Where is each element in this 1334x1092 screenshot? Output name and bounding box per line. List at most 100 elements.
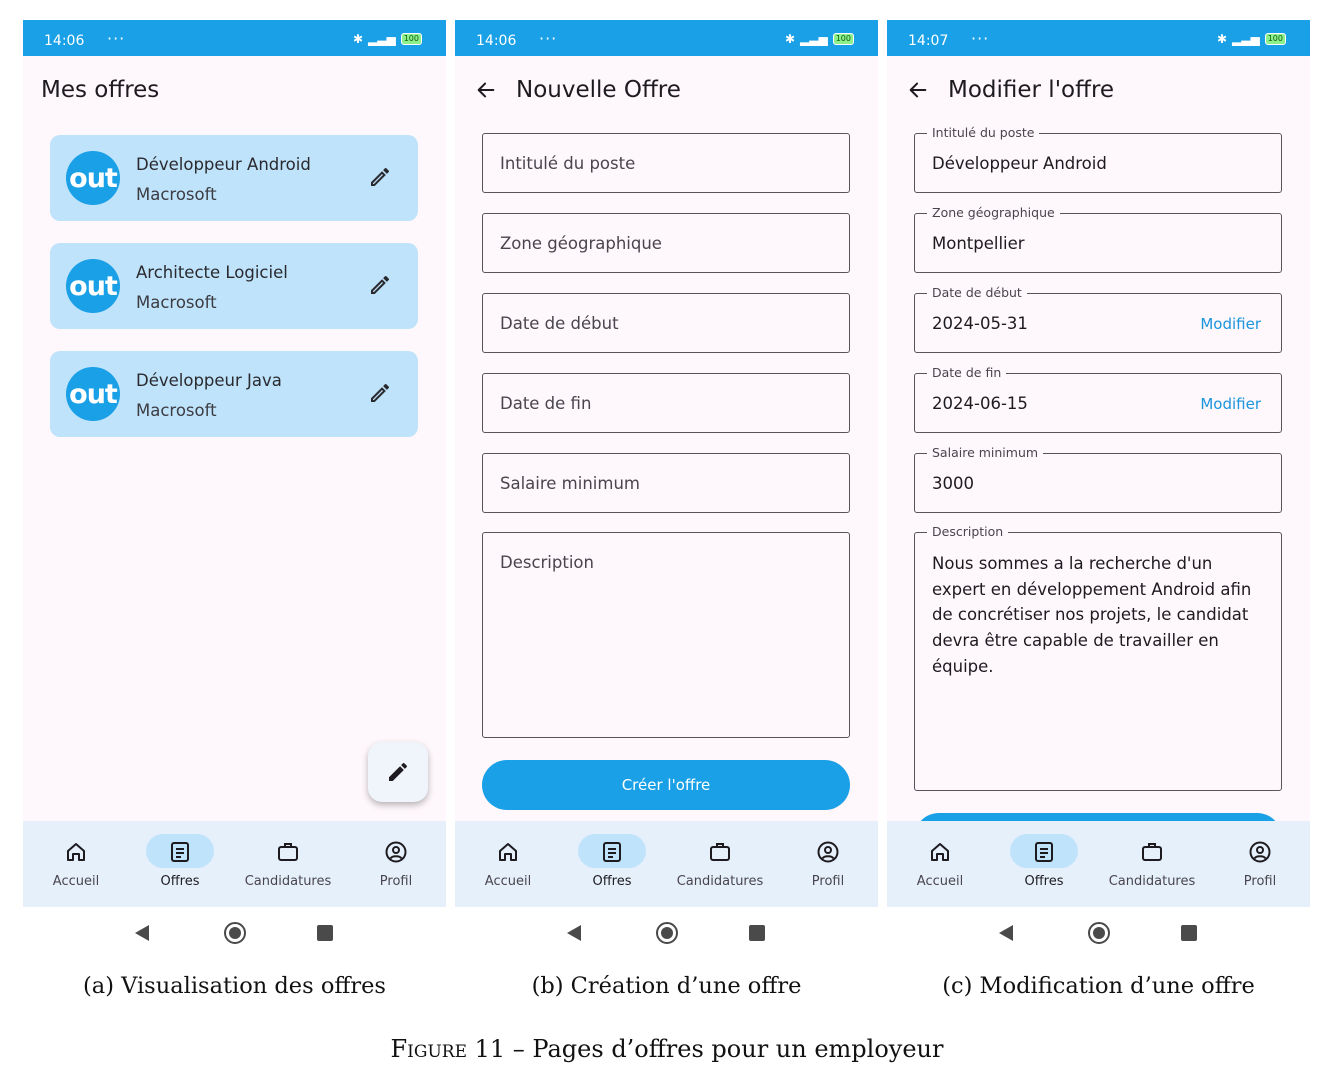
status-bar: 14:06 ··· ✱ ▂▃▅ 100 [455, 20, 878, 56]
start-date-field[interactable]: Date de début [482, 293, 850, 353]
nav-label: Profil [379, 874, 413, 889]
figure-label: Figure [390, 1035, 467, 1063]
back-triangle-icon[interactable] [134, 924, 150, 942]
bottom-navigation: Accueil Offres Candidatures Profil [23, 821, 446, 907]
back-arrow-icon[interactable] [907, 79, 929, 101]
offer-title: Développeur Android [136, 155, 311, 174]
page-title: Modifier l'offre [948, 77, 1115, 103]
status-more-icon: ··· [107, 29, 126, 48]
field-label: Zone géographique [927, 205, 1060, 221]
status-bar: 14:07 ··· ✱ ▂▃▅ 100 [887, 20, 1310, 56]
subfigure-caption-b: (b) Création d’une offre [531, 973, 802, 999]
status-icons: ✱ ▂▃▅ 100 [353, 32, 422, 46]
nav-label: Accueil [52, 874, 100, 889]
home-circle-icon[interactable] [655, 921, 679, 945]
screen-modifier-offre: 14:07 ··· ✱ ▂▃▅ 100 Modifier l'offre Int… [887, 20, 1310, 968]
modify-start-date-button[interactable]: Modifier [1200, 315, 1261, 333]
system-navigation-bar [455, 907, 878, 968]
recents-square-icon[interactable] [749, 925, 765, 941]
nav-item-offres[interactable]: Offres [127, 821, 233, 907]
edit-icon[interactable] [368, 273, 392, 297]
description-field[interactable]: Description [482, 532, 850, 738]
min-salary-field[interactable]: Salaire minimum [482, 453, 850, 513]
description-field[interactable]: Description Nous sommes a la recherche d… [914, 524, 1282, 791]
screen-nouvelle-offre: 14:06 ··· ✱ ▂▃▅ 100 Nouvelle Offre Intit… [455, 20, 878, 968]
page-title: Nouvelle Offre [516, 77, 681, 103]
nav-label: Offres [160, 874, 200, 889]
offer-company: Macrosoft [136, 185, 217, 204]
field-value: 2024-06-15 [932, 394, 1028, 413]
new-offer-fab-button[interactable] [368, 742, 428, 802]
status-time: 14:07 [908, 33, 949, 49]
nav-label: Candidatures [676, 874, 764, 889]
status-icons: ✱ ▂▃▅ 100 [785, 32, 854, 46]
job-title-field[interactable]: Intitulé du poste Développeur Android [914, 125, 1282, 193]
nav-item-accueil[interactable]: Accueil [455, 821, 561, 907]
nav-item-profil[interactable]: Profil [343, 821, 446, 907]
field-placeholder: Description [500, 553, 594, 572]
company-logo: out [66, 367, 120, 421]
document-icon [1035, 842, 1053, 862]
document-icon [603, 842, 621, 862]
screen-mes-offres: 14:06 ··· ✱ ▂▃▅ 100 Mes offres out Dével… [23, 20, 446, 968]
nav-item-profil[interactable]: Profil [1207, 821, 1310, 907]
edit-icon[interactable] [368, 381, 392, 405]
recents-square-icon[interactable] [317, 925, 333, 941]
location-field[interactable]: Zone géographique Montpellier [914, 205, 1282, 273]
nav-item-candidatures[interactable]: Candidatures [1099, 821, 1205, 907]
nav-item-profil[interactable]: Profil [775, 821, 878, 907]
battery-icon: 100 [1264, 33, 1286, 45]
offer-company: Macrosoft [136, 293, 217, 312]
field-label: Date de fin [927, 365, 1007, 381]
offer-company: Macrosoft [136, 401, 217, 420]
system-navigation-bar [887, 907, 1310, 968]
modify-end-date-button[interactable]: Modifier [1200, 395, 1261, 413]
offer-card[interactable]: out Développeur Android Macrosoft [50, 135, 418, 221]
bluetooth-icon: ✱ [352, 32, 364, 46]
nav-item-candidatures[interactable]: Candidatures [235, 821, 341, 907]
nav-label: Profil [1243, 874, 1277, 889]
account-circle-icon [385, 841, 407, 863]
nav-item-accueil[interactable]: Accueil [887, 821, 993, 907]
nav-label: Offres [592, 874, 632, 889]
nav-item-candidatures[interactable]: Candidatures [667, 821, 773, 907]
edit-icon[interactable] [368, 165, 392, 189]
home-circle-icon[interactable] [1087, 921, 1111, 945]
nav-label: Profil [811, 874, 845, 889]
job-title-field[interactable]: Intitulé du poste [482, 133, 850, 193]
document-icon [171, 842, 189, 862]
briefcase-icon [278, 843, 298, 861]
nav-item-offres[interactable]: Offres [991, 821, 1097, 907]
offer-card[interactable]: out Architecte Logiciel Macrosoft [50, 243, 418, 329]
nav-label: Offres [1024, 874, 1064, 889]
nav-label: Candidatures [244, 874, 332, 889]
edit-icon [389, 762, 408, 781]
bottom-navigation: Accueil Offres Candidatures Profil [887, 821, 1310, 907]
offer-card[interactable]: out Développeur Java Macrosoft [50, 351, 418, 437]
min-salary-field[interactable]: Salaire minimum 3000 [914, 445, 1282, 513]
field-value: 2024-05-31 [932, 314, 1028, 333]
create-offer-button[interactable]: Créer l'offre [482, 760, 850, 810]
offer-title: Développeur Java [136, 371, 282, 390]
back-triangle-icon[interactable] [998, 924, 1014, 942]
nav-item-accueil[interactable]: Accueil [23, 821, 129, 907]
page-title: Mes offres [41, 77, 160, 103]
field-placeholder: Date de fin [500, 394, 592, 413]
home-circle-icon[interactable] [223, 921, 247, 945]
back-arrow-icon[interactable] [475, 79, 497, 101]
home-icon [499, 843, 517, 861]
home-icon [931, 843, 949, 861]
location-field[interactable]: Zone géographique [482, 213, 850, 273]
end-date-field[interactable]: Date de fin [482, 373, 850, 433]
figure-caption: Figure 11 – Pages d’offres pour un emplo… [0, 1035, 1334, 1063]
status-more-icon: ··· [539, 29, 558, 48]
status-bar: 14:06 ··· ✱ ▂▃▅ 100 [23, 20, 446, 56]
field-label: Salaire minimum [927, 445, 1044, 461]
status-icons: ✱ ▂▃▅ 100 [1217, 32, 1286, 46]
subfigure-caption-c: (c) Modification d’une offre [942, 973, 1255, 999]
recents-square-icon[interactable] [1181, 925, 1197, 941]
field-label: Description [927, 524, 1009, 540]
field-placeholder: Date de début [500, 314, 619, 333]
nav-item-offres[interactable]: Offres [559, 821, 665, 907]
back-triangle-icon[interactable] [566, 924, 582, 942]
